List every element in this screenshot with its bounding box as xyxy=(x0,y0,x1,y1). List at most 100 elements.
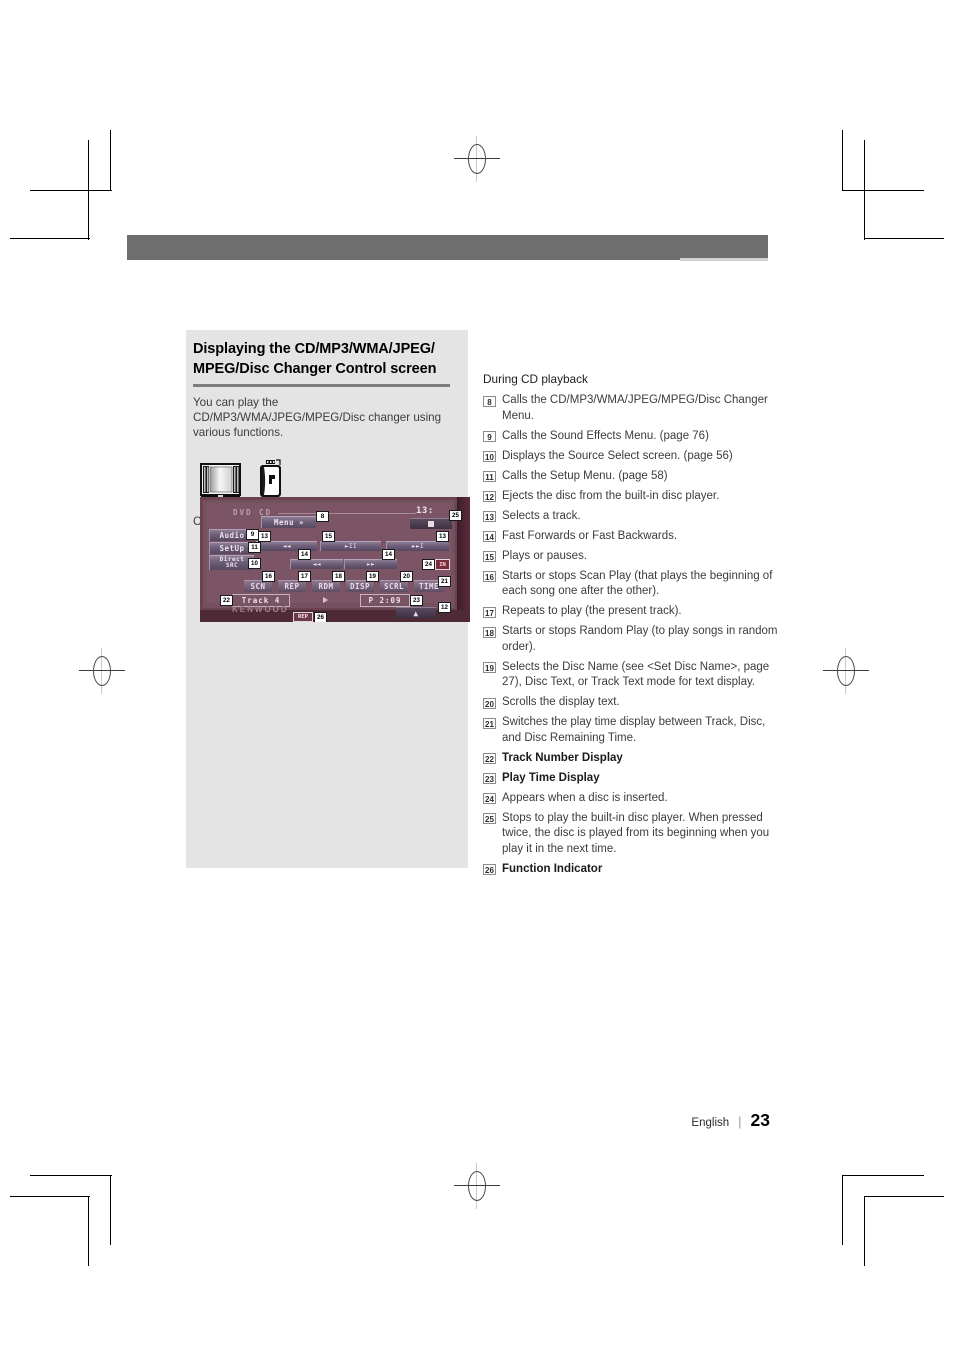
registration-mark-left xyxy=(79,648,125,694)
callout-number-badge: 22 xyxy=(483,753,496,764)
footer-separator: | xyxy=(738,1114,742,1129)
callout-number-badge: 9 xyxy=(483,431,496,442)
callout-description-item: 20 Scrolls the display text. xyxy=(483,695,783,711)
title-hairline xyxy=(278,513,416,514)
callout-description-text: Calls the Setup Menu. (page 58) xyxy=(502,469,668,482)
callout-description-text: Starts or stops Random Play (to play son… xyxy=(502,625,778,653)
callout-description-item: 26 Function Indicator xyxy=(483,862,783,878)
disc-in-indicator: IN xyxy=(435,559,450,570)
callout-15: 15 xyxy=(322,531,335,542)
eject-button[interactable]: ▲ xyxy=(396,607,436,618)
callout-14-right: 14 xyxy=(382,549,395,560)
callout-number-badge: 26 xyxy=(483,864,496,875)
callout-number-badge: 20 xyxy=(483,697,496,709)
callout-10: 10 xyxy=(248,558,261,569)
callout-number-badge: 13 xyxy=(483,511,496,522)
callout-description-item: 14 Fast Forwards or Fast Backwards. xyxy=(483,529,783,545)
callout-description-text: Selects a track. xyxy=(502,509,581,522)
page-number: 23 xyxy=(750,1110,770,1130)
title-rule xyxy=(193,384,450,387)
callout-number-badge: 19 xyxy=(483,662,496,673)
callout-number-badge: 8 xyxy=(483,395,496,407)
monitor-icon xyxy=(199,461,243,499)
callout-description-item: 16 Starts or stops Scan Play (that plays … xyxy=(483,569,783,600)
callout-description-text: Calls the CD/MP3/WMA/JPEG/MPEG/Disc Chan… xyxy=(502,394,768,422)
callout-number-badge: 17 xyxy=(483,606,496,618)
during-cd-playback-section: During CD playback 8 Calls the CD/MP3/WMA… xyxy=(483,372,783,882)
registration-mark-right xyxy=(823,648,869,694)
cd-control-screen-figure: DVD CD 13: Menu » Audio SetUp Direct SRC… xyxy=(200,497,470,622)
page-header-band xyxy=(127,235,768,260)
callout-19: 19 xyxy=(366,571,379,582)
page-header-band-accent xyxy=(680,258,768,261)
callout-description-item: 8 Calls the CD/MP3/WMA/JPEG/MPEG/Disc Cha… xyxy=(483,393,783,424)
right-column-heading: During CD playback xyxy=(483,372,588,386)
callout-number-badge: 10 xyxy=(483,451,496,462)
callout-11: 11 xyxy=(248,542,261,553)
callout-description-text: Repeats to play (the present track). xyxy=(502,605,682,617)
callout-20: 20 xyxy=(400,571,413,582)
callout-description-item: 19 Selects the Disc Name (see <Set Disc N… xyxy=(483,660,783,691)
src-label-text: SRC xyxy=(225,562,239,569)
menu-button[interactable]: Menu » xyxy=(261,516,316,528)
callout-16: 16 xyxy=(262,571,275,582)
callout-23: 23 xyxy=(410,595,423,606)
track-next-button[interactable]: ►►I xyxy=(386,541,449,551)
callout-13-left: 13 xyxy=(258,531,271,542)
callout-8: 8 xyxy=(316,511,329,522)
page-title: Displaying the CD/MP3/WMA/JPEG/ MPEG/Dis… xyxy=(193,341,437,377)
play-direction-icon xyxy=(323,597,328,603)
callout-description-text: Switches the play time display between T… xyxy=(502,716,766,744)
callout-description-item: 17 Repeats to play (the present track). xyxy=(483,604,783,620)
section-intro: You can play the CD/MP3/WMA/JPEG/MPEG/Di… xyxy=(193,396,442,439)
callout-description-text: Scrolls the display text. xyxy=(502,696,620,708)
callout-17: 17 xyxy=(298,571,311,582)
disc-text-display: KENWOOD xyxy=(232,605,289,614)
callout-description-item: 21 Switches the play time display between… xyxy=(483,715,783,746)
callout-description-text: Ejects the disc from the built-in disc p… xyxy=(502,489,720,502)
callout-number-badge: 25 xyxy=(483,813,496,824)
callout-24: 24 xyxy=(422,559,435,570)
callout-description-text: Play Time Display xyxy=(502,771,600,784)
callout-description-text: Fast Forwards or Fast Backwards. xyxy=(502,529,678,542)
callout-14-left: 14 xyxy=(298,549,311,560)
callout-description-item: 11 Calls the Setup Menu. (page 58) xyxy=(483,469,783,485)
callout-description-item: 18 Starts or stops Random Play (to play s… xyxy=(483,624,783,655)
callout-number-badge: 24 xyxy=(483,793,496,804)
footer-language: English xyxy=(691,1117,730,1129)
callout-description-item: 22 Track Number Display xyxy=(483,751,783,767)
callout-description-text: Track Number Display xyxy=(502,751,623,764)
callout-description-text: Calls the Sound Effects Menu. (page 76) xyxy=(502,429,709,442)
callout-description-text: Plays or pauses. xyxy=(502,549,588,562)
callout-12: 12 xyxy=(438,602,451,613)
callout-description-text: Stops to play the built-in disc player. … xyxy=(502,811,770,855)
callout-number-badge: 18 xyxy=(483,626,496,638)
callout-number-badge: 23 xyxy=(483,773,496,784)
stop-button[interactable] xyxy=(410,518,452,529)
callout-25: 25 xyxy=(449,510,462,521)
callout-18: 18 xyxy=(332,571,345,582)
callout-description-item: 24 Appears when a disc is inserted. xyxy=(483,791,783,807)
callout-description-item: 25 Stops to play the built-in disc player… xyxy=(483,811,783,858)
section-panel: Displaying the CD/MP3/WMA/JPEG/ MPEG/Dis… xyxy=(186,330,470,868)
callout-description-text: Function Indicator xyxy=(502,862,603,875)
callout-21: 21 xyxy=(438,576,451,587)
callout-description-list: 8 Calls the CD/MP3/WMA/JPEG/MPEG/Disc Cha… xyxy=(483,393,783,877)
registration-mark-top xyxy=(454,136,500,182)
callout-26: 26 xyxy=(314,612,327,622)
play-pause-button[interactable]: ►II xyxy=(320,541,381,551)
callout-description-text: Displays the Source Select screen. (page… xyxy=(502,449,733,462)
callout-number-badge: 16 xyxy=(483,571,496,582)
callout-description-item: 10 Displays the Source Select screen. (pa… xyxy=(483,449,783,465)
fast-forward-button[interactable]: ►► xyxy=(344,559,397,569)
page-footer: English | 23 xyxy=(560,1110,770,1131)
callout-description-text: Appears when a disc is inserted. xyxy=(502,791,668,804)
callout-number-badge: 11 xyxy=(483,471,496,482)
callout-description-item: 15 Plays or pauses. xyxy=(483,549,783,565)
registration-mark-bottom xyxy=(454,1163,500,1209)
fast-backward-button[interactable]: ◄◄ xyxy=(290,559,343,569)
callout-number-badge: 15 xyxy=(483,551,496,562)
callout-description-text: Selects the Disc Name (see <Set Disc Nam… xyxy=(502,660,770,689)
callout-13-right: 13 xyxy=(436,531,449,542)
callout-description-item: 12 Ejects the disc from the built-in disc… xyxy=(483,489,783,505)
